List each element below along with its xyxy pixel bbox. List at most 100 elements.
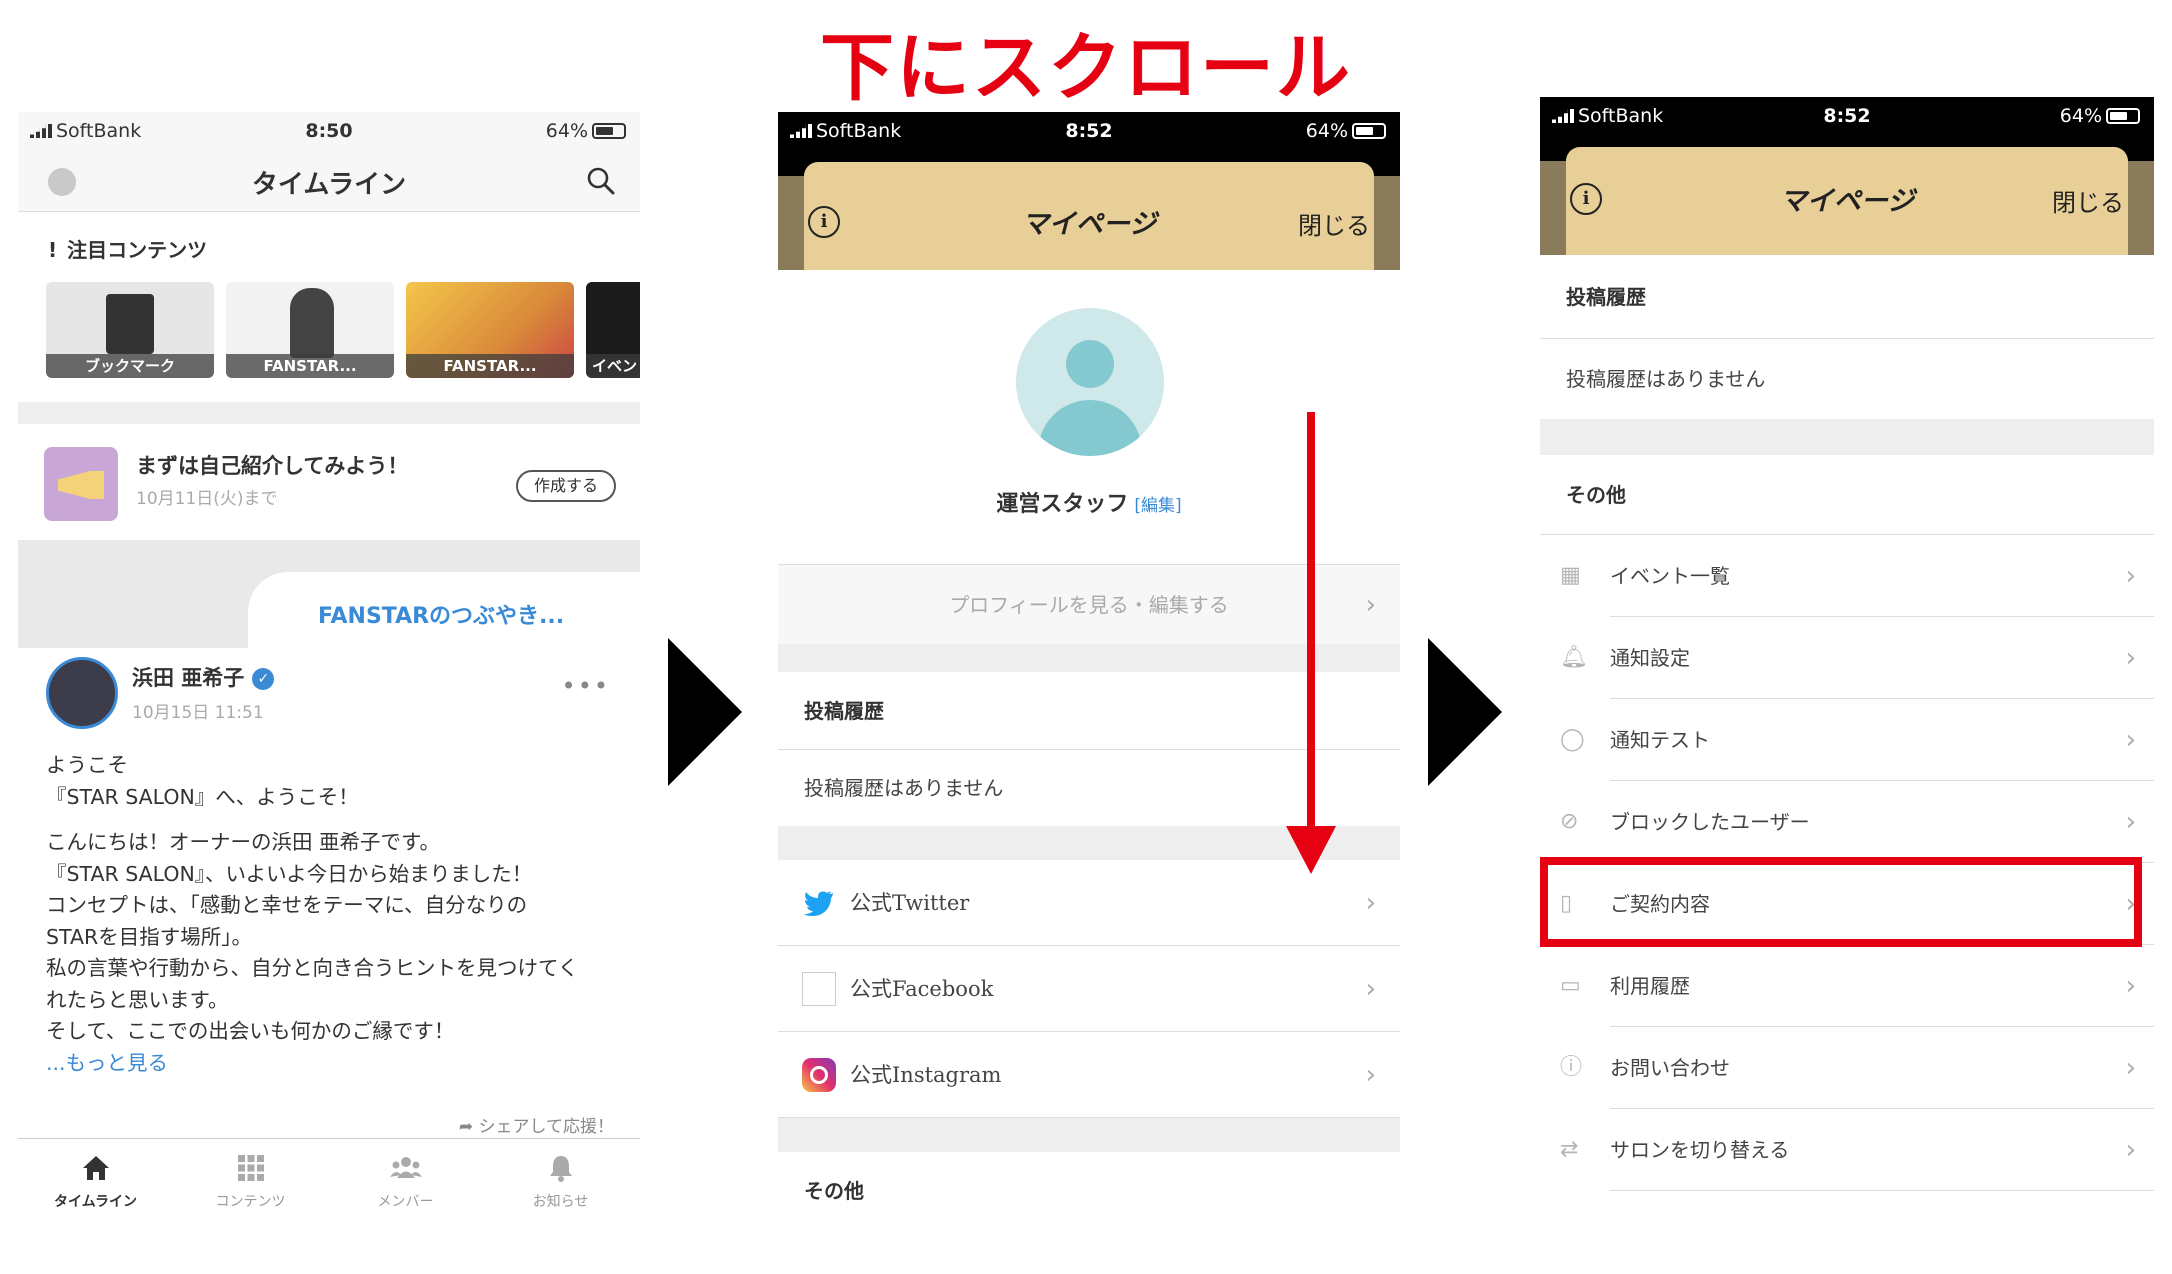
menu-label: 利用履歴 (1610, 974, 1690, 998)
menu-label: イベント一覧 (1610, 564, 1730, 588)
verified-icon: ✓ (252, 668, 275, 690)
close-button[interactable]: 閉じる (1298, 206, 1370, 241)
mypage-screen-scrolled: SoftBank 8:52 64% i マイページ 閉じる 投稿履歴 投稿履歴は… (1540, 97, 2154, 1230)
tab-fanstar-tweets[interactable]: FANSTARのつぶやき... (318, 598, 564, 630)
post-timestamp: 10月15日 11:51 (132, 703, 264, 723)
featured-item-fanstar-2[interactable]: FANSTAR... (406, 282, 574, 378)
calendar-icon: ▦ (1560, 563, 1581, 588)
instagram-icon (802, 1058, 836, 1092)
scroll-arrow-line (1307, 412, 1315, 832)
menu-notification-test[interactable]: ◯ 通知テスト › (1560, 699, 2154, 781)
menu-event-list[interactable]: ▦ イベント一覧 › (1560, 535, 2154, 617)
battery-icon (1352, 123, 1386, 139)
intro-deadline: 10月11日(火)まで (136, 489, 278, 509)
bottom-nav: タイムライン コンテンツ メンバー お知らせ (18, 1138, 640, 1230)
read-more-link[interactable]: ...もっと見る (46, 1048, 626, 1080)
menu-label: お問い合わせ (1610, 1056, 1730, 1080)
nav-contents[interactable]: コンテンツ (173, 1139, 328, 1230)
battery-percent: 64% (2059, 105, 2102, 127)
share-icon: ➦ (458, 1117, 479, 1137)
bookmark-icon (106, 294, 154, 354)
chevron-right-icon: › (2125, 725, 2136, 755)
chevron-right-icon: › (2125, 1053, 2136, 1083)
menu-contact[interactable]: ⓘ お問い合わせ › (1560, 1027, 2154, 1109)
post-line: れたらと思います。 (46, 987, 229, 1012)
next-arrow-icon (668, 638, 742, 786)
featured-title: 注目コンテンツ (67, 238, 208, 262)
home-icon (82, 1156, 109, 1180)
exclamation-icon: ! (48, 238, 58, 262)
speech-bubble-icon: ◯ (1560, 727, 1585, 752)
credit-card-icon: ▭ (1560, 973, 1581, 998)
next-arrow-icon (1428, 638, 1502, 786)
post-line: STARを目指す場所」。 (46, 924, 252, 949)
nav-notifications[interactable]: お知らせ (483, 1139, 638, 1230)
post-line: コンセプトは、「感動と幸せをテーマに、自分なりの (46, 893, 528, 917)
post-line: ようこそ (46, 753, 128, 777)
bell-icon: 🔔︎ (1560, 645, 1588, 670)
divider (18, 402, 640, 424)
megaphone-icon (44, 447, 118, 521)
battery-icon (2106, 108, 2140, 124)
avatar[interactable] (1016, 308, 1164, 456)
post-line: 私の言葉や行動から、自分と向き合うヒントを見つけてく (46, 956, 579, 980)
post-author[interactable]: 浜田 亜希子 (132, 666, 244, 690)
menu-label: 通知テスト (1610, 728, 1710, 752)
chevron-right-icon: › (1365, 974, 1376, 1004)
scroll-arrow-head (1286, 826, 1336, 874)
menu-label: 通知設定 (1610, 646, 1690, 670)
nav-members[interactable]: メンバー (328, 1139, 483, 1230)
mypage-header: i マイページ 閉じる (778, 148, 1400, 270)
chevron-right-icon: › (2125, 971, 2136, 1001)
page-title: タイムライン (251, 170, 407, 200)
edit-profile-link[interactable]: [編集] (1134, 496, 1181, 516)
link-label: 公式Twitter (850, 891, 970, 915)
section-other-heading: その他 (804, 1179, 864, 1203)
swap-icon: ⇄ (1560, 1137, 1579, 1162)
chevron-right-icon: › (1365, 888, 1376, 918)
menu-usage-history[interactable]: ▭ 利用履歴 › (1560, 945, 2154, 1027)
intro-title: まずは自己紹介してみよう！ (136, 454, 409, 478)
chevron-right-icon: › (1365, 590, 1376, 620)
post-line: 『STAR SALON』へ、ようこそ！ (46, 784, 359, 809)
close-button[interactable]: 閉じる (2052, 183, 2124, 218)
bell-icon (549, 1156, 572, 1182)
chevron-right-icon: › (2125, 807, 2136, 837)
battery-percent: 64% (545, 120, 588, 142)
post-line: 『STAR SALON』、いよいよ今日から始まりました！ (46, 861, 533, 886)
timeline-screen: SoftBank 8:50 64% タイムライン ! 注目コンテンツ ブックマーク… (18, 112, 640, 1230)
battery-icon (592, 123, 626, 139)
menu-notification-settings[interactable]: 🔔︎ 通知設定 › (1560, 617, 2154, 699)
featured-item-fanstar-1[interactable]: FANSTAR... (226, 282, 394, 378)
grid-icon (237, 1155, 264, 1181)
status-bar: SoftBank 8:52 64% (778, 112, 1400, 148)
mypage-header: i マイページ 閉じる (1540, 133, 2154, 255)
status-bar: SoftBank 8:52 64% (1540, 97, 2154, 133)
post-body: ようこそ 『STAR SALON』へ、ようこそ！ こんにちは！オーナーの浜田 亜… (46, 750, 626, 1079)
block-icon: ⊘ (1560, 809, 1579, 834)
divider (778, 1118, 1400, 1152)
featured-item-bookmark[interactable]: ブックマーク (46, 282, 214, 378)
chevron-right-icon: › (2125, 1135, 2136, 1165)
avatar[interactable] (46, 657, 118, 729)
search-icon[interactable] (586, 166, 616, 196)
link-label: 公式Instagram (850, 1063, 1002, 1087)
person-photo (290, 288, 334, 358)
link-instagram[interactable]: 公式Instagram › (778, 1032, 1400, 1118)
nav-timeline[interactable]: タイムライン (18, 1139, 173, 1230)
featured-carousel: ブックマーク FANSTAR... FANSTAR... イベン (46, 282, 640, 378)
divider (1540, 419, 2154, 455)
chevron-right-icon: › (2125, 561, 2136, 591)
section-posts-heading: 投稿履歴 (1540, 255, 2154, 339)
more-options-icon[interactable]: ••• (562, 672, 610, 700)
featured-item-event[interactable]: イベン (586, 282, 640, 378)
battery-percent: 64% (1305, 120, 1348, 142)
post-line: そして、ここでの出会いも何かのご縁です！ (46, 1019, 455, 1043)
chevron-right-icon: › (1365, 1060, 1376, 1090)
menu-switch-salon[interactable]: ⇄ サロンを切り替える › (1560, 1109, 2154, 1191)
link-facebook[interactable]: 公式Facebook › (778, 946, 1400, 1032)
link-label: 公式Facebook (850, 977, 994, 1001)
menu-blocked-users[interactable]: ⊘ ブロックしたユーザー › (1560, 781, 2154, 863)
create-intro-button[interactable]: 作成する (516, 470, 616, 502)
share-button[interactable]: ➦ シェアして応援！ (459, 1112, 614, 1137)
